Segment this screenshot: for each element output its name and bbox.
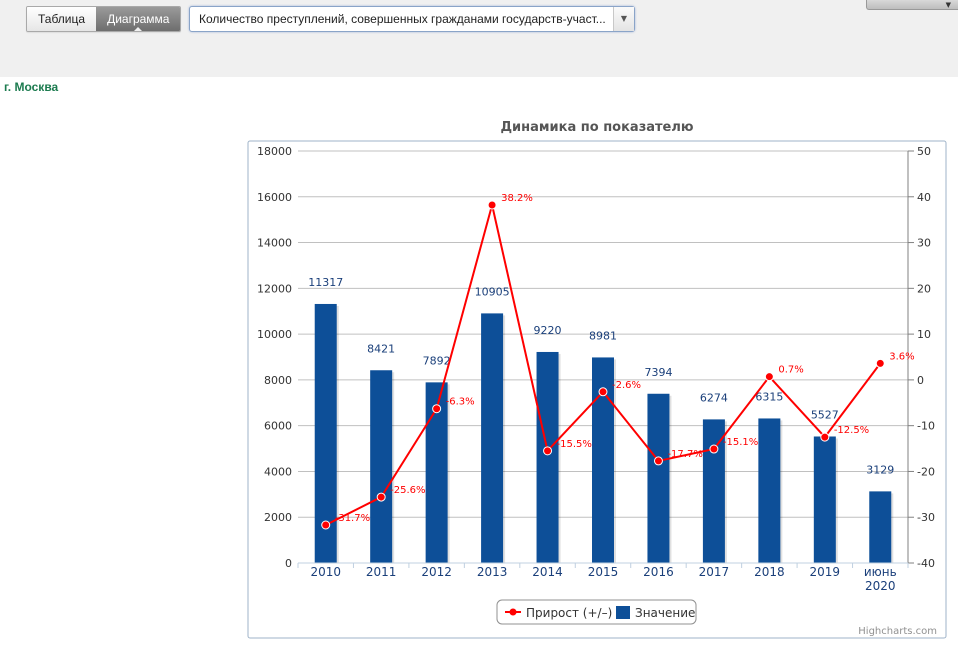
x-axis-tick-label: 2018 — [754, 565, 785, 579]
right-axis-tick-label: 30 — [917, 237, 931, 250]
bar — [702, 419, 725, 563]
growth-point — [487, 200, 497, 210]
growth-data-label: -31.7% — [335, 513, 370, 524]
left-axis-tick-label: 0 — [285, 557, 292, 570]
growth-data-label: -15.1% — [723, 437, 758, 448]
bar — [758, 418, 781, 563]
bar-data-label: 3129 — [866, 463, 894, 476]
growth-data-label: -17.7% — [667, 449, 702, 460]
x-axis-tick-label: 2017 — [699, 565, 730, 579]
x-axis-tick-label: 2011 — [366, 565, 397, 579]
legend: Прирост (+/–) Значение — [496, 599, 697, 625]
legend-item-value[interactable]: Значение — [635, 606, 695, 620]
bar-data-label: 11317 — [308, 276, 343, 289]
bar-data-label: 6315 — [755, 390, 783, 403]
right-axis-tick-label: 50 — [917, 145, 931, 158]
growth-point — [709, 444, 719, 454]
chart-title: Динамика по показателю — [500, 120, 693, 135]
dynamics-chart: Динамика по показателю 0 2000 4000 6000 8000… — [247, 120, 947, 639]
right-axis-tick-label: 0 — [917, 374, 924, 387]
bar-data-label: 7892 — [423, 354, 451, 367]
right-axis-tick-label: -40 — [917, 557, 935, 570]
growth-data-label: -6.3% — [446, 397, 475, 408]
bar-data-label: 5527 — [811, 408, 839, 421]
growth-point — [376, 492, 386, 502]
growth-data-label: -15.5% — [557, 439, 592, 450]
bar-data-label: 6274 — [700, 391, 728, 404]
bar — [370, 370, 393, 563]
x-axis-tick-label: 2010 — [310, 565, 341, 579]
growth-point — [875, 358, 885, 368]
highcharts-credits[interactable]: Highcharts.com — [858, 626, 937, 637]
bar — [536, 351, 559, 563]
left-axis-tick-label: 2000 — [264, 511, 292, 524]
legend-value-swatch-icon — [616, 606, 630, 619]
growth-data-label: -25.6% — [390, 485, 425, 496]
growth-point — [432, 404, 442, 414]
growth-point — [321, 520, 331, 530]
growth-point — [764, 372, 774, 382]
x-axis-tick-label: 2013 — [477, 565, 508, 579]
left-axis-tick-label: 16000 — [257, 191, 292, 204]
growth-point — [653, 456, 663, 466]
left-axis-tick-label: 14000 — [257, 237, 292, 250]
right-axis-tick-label: 40 — [917, 191, 931, 204]
x-axis-tick-label: 2016 — [643, 565, 674, 579]
right-axis-tick-label: 10 — [917, 328, 931, 341]
bar-data-label: 7394 — [644, 366, 672, 379]
growth-data-label: 3.6% — [889, 351, 914, 362]
right-axis-tick-label: -30 — [917, 511, 935, 524]
bar-data-label: 10905 — [475, 285, 510, 298]
growth-data-label: 38.2% — [501, 193, 533, 204]
bar-data-label: 9220 — [534, 324, 562, 337]
bar-data-label: 8421 — [367, 342, 395, 355]
x-axis-tick-label: 2012 — [421, 565, 452, 579]
left-axis-tick-label: 12000 — [257, 282, 292, 295]
growth-point — [543, 446, 553, 456]
right-axis-tick-label: 20 — [917, 282, 931, 295]
legend-item-growth[interactable]: Прирост (+/–) — [526, 606, 612, 620]
left-axis-tick-label: 6000 — [264, 420, 292, 433]
bar — [647, 393, 670, 563]
bar — [481, 313, 504, 563]
left-axis-tick-label: 10000 — [257, 328, 292, 341]
left-axis-tick-label: 8000 — [264, 374, 292, 387]
left-axis-tick-label: 4000 — [264, 465, 292, 478]
growth-data-label: -2.6% — [612, 380, 641, 391]
growth-point — [820, 432, 830, 442]
legend-growth-marker-icon — [509, 608, 517, 616]
growth-data-label: 0.7% — [778, 365, 803, 376]
bar-data-label: 8981 — [589, 329, 617, 342]
x-axis-tick-label: 2019 — [810, 565, 841, 579]
x-axis-tick-label: 2014 — [532, 565, 563, 579]
left-axis-tick-label: 18000 — [257, 145, 292, 158]
bar — [813, 436, 836, 563]
growth-data-label: -12.5% — [834, 425, 869, 436]
x-axis-tick-label: июнь 2020 — [864, 565, 897, 593]
right-axis-tick-label: -10 — [917, 420, 935, 433]
right-axis-tick-label: -20 — [917, 465, 935, 478]
x-axis-tick-label: 2015 — [588, 565, 619, 579]
growth-point — [598, 387, 608, 397]
bar — [869, 491, 892, 563]
